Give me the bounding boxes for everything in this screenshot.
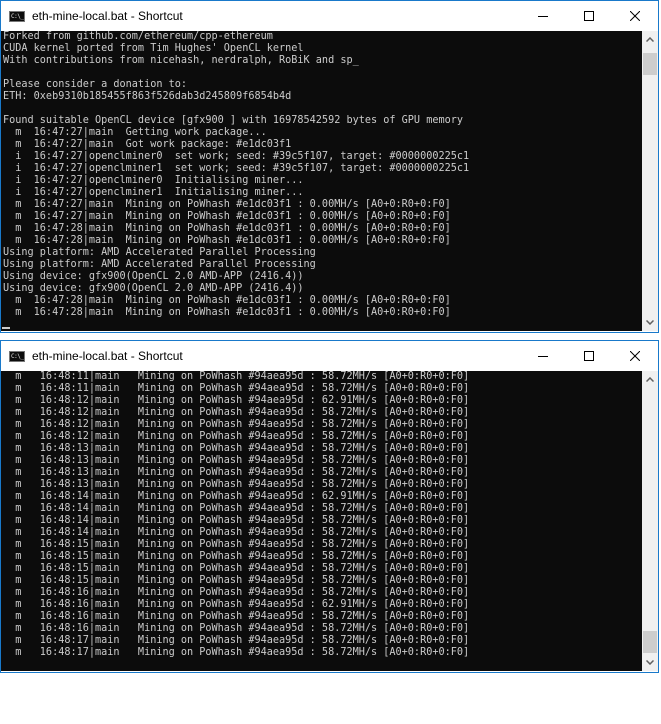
- close-button[interactable]: [612, 341, 658, 371]
- chevron-down-icon: [646, 660, 654, 665]
- window-title: eth-mine-local.bat - Shortcut: [32, 9, 183, 23]
- console-line: Using device: gfx900(OpenCL 2.0 AMD-APP …: [3, 283, 304, 294]
- console-line: i 16:47:27|openclminer0 set work; seed: …: [3, 151, 470, 162]
- title-bar[interactable]: C:\_ eth-mine-local.bat - Shortcut: [1, 1, 658, 31]
- minimize-button[interactable]: [520, 1, 566, 31]
- scrollbar-thumb[interactable]: [643, 631, 657, 653]
- console-line: m 16:47:28|main Mining on PoWhash #e1dc0…: [3, 235, 451, 246]
- title-bar[interactable]: C:\_ eth-mine-local.bat - Shortcut: [1, 341, 658, 371]
- vertical-scrollbar[interactable]: [642, 371, 658, 671]
- console-line: m 16:48:14|main Mining on PoWhash #94aea…: [3, 515, 470, 526]
- maximize-icon: [584, 11, 594, 21]
- console-line: m 16:48:12|main Mining on PoWhash #94aea…: [3, 419, 470, 430]
- console-line: m 16:48:14|main Mining on PoWhash #94aea…: [3, 491, 470, 502]
- console-line: m 16:48:13|main Mining on PoWhash #94aea…: [3, 467, 470, 478]
- console-line: m 16:48:15|main Mining on PoWhash #94aea…: [3, 563, 470, 574]
- console-line: Using platform: AMD Accelerated Parallel…: [3, 259, 316, 270]
- console-line: m 16:48:15|main Mining on PoWhash #94aea…: [3, 575, 470, 586]
- console-lines: Forked from github.com/ethereum/cpp-ethe…: [1, 31, 642, 319]
- close-button[interactable]: [612, 1, 658, 31]
- maximize-button[interactable]: [566, 1, 612, 31]
- console-line: m 16:48:12|main Mining on PoWhash #94aea…: [3, 407, 470, 418]
- console-line: m 16:48:12|main Mining on PoWhash #94aea…: [3, 395, 470, 406]
- chevron-up-icon: [646, 377, 654, 382]
- console-line: m 16:48:15|main Mining on PoWhash #94aea…: [3, 551, 470, 562]
- console-line: m 16:47:28|main Mining on PoWhash #e1dc0…: [3, 307, 451, 318]
- maximize-icon: [584, 351, 594, 361]
- scroll-down-button[interactable]: [642, 654, 658, 671]
- console-line: m 16:48:14|main Mining on PoWhash #94aea…: [3, 527, 470, 538]
- console-output[interactable]: m 16:48:11|main Mining on PoWhash #94aea…: [1, 371, 642, 671]
- minimize-icon: [538, 16, 548, 17]
- console-line: CUDA kernel ported from Tim Hughes' Open…: [3, 43, 304, 54]
- console-line: m 16:47:27|main Mining on PoWhash #e1dc0…: [3, 211, 451, 222]
- console-line: m 16:48:15|main Mining on PoWhash #94aea…: [3, 539, 470, 550]
- minimize-button[interactable]: [520, 341, 566, 371]
- console-line: m 16:48:13|main Mining on PoWhash #94aea…: [3, 479, 470, 490]
- console-line: Using platform: AMD Accelerated Parallel…: [3, 247, 316, 258]
- console-line: ETH: 0xeb9310b185455f863f526dab3d245809f…: [3, 91, 292, 102]
- console-line: m 16:47:28|main Mining on PoWhash #e1dc0…: [3, 223, 451, 234]
- console-line: m 16:48:16|main Mining on PoWhash #94aea…: [3, 587, 470, 598]
- close-icon: [630, 11, 640, 21]
- minimize-icon: [538, 356, 548, 357]
- cmd-console-icon: C:\_: [9, 10, 25, 22]
- text-cursor: [2, 327, 10, 329]
- console-line: Please consider a donation to:: [3, 79, 188, 90]
- console-window-top: C:\_ eth-mine-local.bat - Shortcut Forke…: [0, 0, 659, 333]
- console-window-bottom: C:\_ eth-mine-local.bat - Shortcut m 16:…: [0, 340, 659, 673]
- chevron-down-icon: [646, 320, 654, 325]
- close-icon: [630, 351, 640, 361]
- console-line: i 16:47:27|openclminer1 Initialising min…: [3, 187, 304, 198]
- console-line: m 16:48:11|main Mining on PoWhash #94aea…: [3, 371, 470, 382]
- console-line: m 16:47:27|main Getting work package...: [3, 127, 267, 138]
- console-line: Found suitable OpenCL device [gfx900 ] w…: [3, 115, 464, 126]
- console-line: m 16:48:16|main Mining on PoWhash #94aea…: [3, 599, 470, 610]
- console-line: m 16:48:13|main Mining on PoWhash #94aea…: [3, 443, 470, 454]
- console-line: m 16:48:11|main Mining on PoWhash #94aea…: [3, 383, 470, 394]
- scroll-down-button[interactable]: [642, 314, 658, 331]
- console-line: m 16:48:14|main Mining on PoWhash #94aea…: [3, 503, 470, 514]
- console-line: Forked from github.com/ethereum/cpp-ethe…: [3, 31, 273, 42]
- chevron-up-icon: [646, 37, 654, 42]
- console-line: With contributions from nicehash, nerdra…: [3, 55, 359, 66]
- console-line: m 16:48:16|main Mining on PoWhash #94aea…: [3, 623, 470, 634]
- console-line: m 16:48:16|main Mining on PoWhash #94aea…: [3, 611, 470, 622]
- maximize-button[interactable]: [566, 341, 612, 371]
- console-line: m 16:47:27|main Got work package: #e1dc0…: [3, 139, 292, 150]
- console-line: i 16:47:27|openclminer1 set work; seed: …: [3, 163, 470, 174]
- console-line: m 16:47:27|main Mining on PoWhash #e1dc0…: [3, 199, 451, 210]
- window-title: eth-mine-local.bat - Shortcut: [32, 349, 183, 363]
- console-line: m 16:48:17|main Mining on PoWhash #94aea…: [3, 647, 470, 658]
- scroll-up-button[interactable]: [642, 371, 658, 388]
- console-line: m 16:48:17|main Mining on PoWhash #94aea…: [3, 635, 470, 646]
- scroll-up-button[interactable]: [642, 31, 658, 48]
- console-line: Using device: gfx900(OpenCL 2.0 AMD-APP …: [3, 271, 304, 282]
- scrollbar-thumb[interactable]: [643, 53, 657, 75]
- console-line: i 16:47:27|openclminer0 Initialising min…: [3, 175, 304, 186]
- console-line: m 16:48:13|main Mining on PoWhash #94aea…: [3, 455, 470, 466]
- console-output[interactable]: Forked from github.com/ethereum/cpp-ethe…: [1, 31, 642, 331]
- cmd-console-icon: C:\_: [9, 350, 25, 362]
- console-line: m 16:47:28|main Mining on PoWhash #e1dc0…: [3, 295, 451, 306]
- console-lines: m 16:48:11|main Mining on PoWhash #94aea…: [1, 371, 642, 659]
- console-line: m 16:48:12|main Mining on PoWhash #94aea…: [3, 431, 470, 442]
- vertical-scrollbar[interactable]: [642, 31, 658, 331]
